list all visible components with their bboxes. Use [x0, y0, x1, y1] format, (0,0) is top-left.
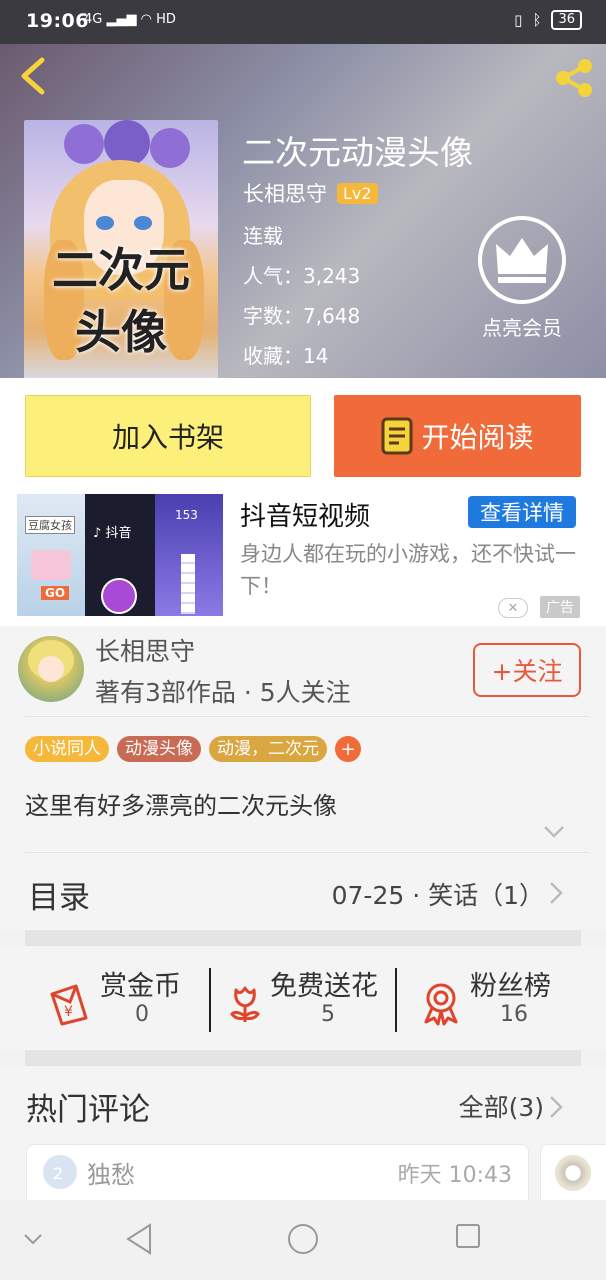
book-description: 这里有好多漂亮的二次元头像 — [25, 792, 337, 820]
latest-chapter: 07-25 · 笑话（1） — [331, 881, 544, 910]
ad-image[interactable]: 豆腐女孩 GO ♪ 抖音 153 — [17, 494, 223, 616]
divider — [395, 968, 397, 1032]
author-avatar[interactable] — [18, 636, 84, 702]
stat-label: 粉丝榜 — [470, 971, 551, 1002]
commenter-avatar[interactable] — [555, 1155, 591, 1191]
book-author[interactable]: 长相思守 Lv2 — [243, 178, 378, 208]
bluetooth-icon: ᛒ — [532, 11, 542, 29]
cover-title-line2: 头像 — [75, 305, 167, 359]
battery-icon: 36 — [551, 10, 582, 30]
chevron-right-icon — [550, 882, 563, 904]
ad-close-icon[interactable]: ✕ — [498, 598, 528, 618]
back-arrow-icon[interactable] — [16, 56, 50, 96]
ad-label: 广告 — [540, 596, 580, 618]
commenter-name[interactable]: 独愁 — [87, 1155, 135, 1190]
stat-label: 免费送花 — [270, 971, 378, 1002]
popularity: 人气：3,243 — [243, 264, 361, 288]
ad-banner[interactable]: 豆腐女孩 GO ♪ 抖音 153 抖音短视频 查看详情 身边人都在玩的小游戏，还… — [0, 492, 606, 626]
author-name[interactable]: 长相思守 — [95, 632, 195, 668]
medal-icon — [424, 983, 458, 1026]
clock: 19:06 — [26, 10, 89, 32]
hot-comments-title: 热门评论 — [26, 1092, 150, 1128]
author-name: 长相思守 — [243, 182, 327, 206]
follow-button[interactable]: +关注 — [473, 643, 581, 697]
stats-row: ¥ 赏金币 0 免费送花 5 粉丝榜 16 — [0, 946, 606, 1050]
section-separator — [25, 930, 581, 946]
flower-icon — [230, 986, 260, 1022]
start-reading-button[interactable]: 开始阅读 — [334, 395, 581, 477]
chevron-right-icon[interactable] — [548, 1094, 564, 1120]
collapse-icon[interactable] — [22, 1232, 44, 1246]
divider — [25, 852, 589, 853]
back-icon[interactable] — [124, 1222, 154, 1256]
tag[interactable]: 小说同人 — [25, 736, 109, 762]
comment-card[interactable]: 2 独愁 昨天 10:43 — [26, 1144, 529, 1204]
add-tag-button[interactable]: + — [335, 736, 361, 762]
divider — [25, 716, 589, 717]
book-header: 二次元 头像 二次元动漫头像 长相思守 Lv2 连载 人气：3,243 字数：7… — [0, 44, 606, 378]
comment-card[interactable] — [540, 1144, 606, 1204]
ad-description: 身边人都在玩的小游戏，还不快试一下！ — [240, 542, 576, 598]
start-reading-label: 开始阅读 — [421, 421, 534, 454]
status-icons: ▯ ᛒ 36 — [514, 10, 582, 30]
favorites: 收藏：14 — [243, 344, 329, 368]
all-comments-link[interactable]: 全部(3) — [459, 1088, 544, 1124]
tag[interactable]: 动漫头像 — [117, 736, 201, 762]
toc-title: 目录 — [28, 880, 90, 916]
crown-icon — [478, 216, 566, 304]
tag-list: 小说同人 动漫头像 动漫，二次元 + — [25, 736, 361, 762]
divider — [209, 968, 211, 1032]
chevron-down-icon[interactable] — [542, 824, 566, 840]
book-title: 二次元动漫头像 — [242, 133, 473, 172]
author-stats: 著有3部作品 · 5人关注 — [95, 678, 351, 707]
recents-icon[interactable] — [454, 1222, 482, 1250]
commenter-avatar[interactable]: 2 — [43, 1155, 77, 1189]
stat-value: 16 — [500, 1002, 528, 1027]
svg-text:¥: ¥ — [64, 1004, 73, 1020]
ad-details-button[interactable]: 查看详情 — [468, 496, 576, 528]
system-nav-bar — [0, 1200, 606, 1280]
vip-label: 点亮会员 — [482, 316, 562, 340]
action-bar: 加入书架 开始阅读 — [0, 378, 606, 492]
red-envelope-icon: ¥ — [50, 984, 88, 1026]
section-separator — [25, 1050, 581, 1066]
author-section: 长相思守 著有3部作品 · 5人关注 +关注 小说同人 动漫头像 动漫，二次元 … — [0, 626, 606, 876]
svg-text:2: 2 — [53, 1164, 63, 1183]
signal-icon: 4G ▂▄▆ ◠ HD — [84, 12, 176, 27]
ad-title: 抖音短视频 — [240, 502, 371, 532]
share-icon[interactable] — [552, 56, 596, 100]
vip-button[interactable]: 点亮会员 — [474, 214, 570, 341]
vibrate-icon: ▯ — [514, 11, 523, 29]
tag[interactable]: 动漫，二次元 — [209, 736, 327, 762]
cover-title-line1: 二次元 — [52, 243, 190, 297]
stat-value: 0 — [135, 1002, 149, 1027]
book-icon — [381, 417, 413, 455]
stat-label: 赏金币 — [100, 971, 181, 1002]
status-bar: 19:06 4G ▂▄▆ ◠ HD ▯ ᛒ 36 — [0, 0, 606, 44]
comment-time: 昨天 10:43 — [397, 1163, 512, 1188]
table-of-contents-row[interactable]: 目录 07-25 · 笑话（1） — [0, 854, 606, 930]
word-count: 字数：7,648 — [243, 304, 361, 328]
book-status: 连载 — [243, 224, 283, 248]
book-cover[interactable]: 二次元 头像 — [24, 120, 218, 378]
home-icon[interactable] — [286, 1222, 320, 1256]
stat-value: 5 — [321, 1002, 335, 1027]
hot-comments-section: 热门评论 全部(3) 2 独愁 昨天 10:43 — [0, 1066, 606, 1204]
level-badge: Lv2 — [337, 182, 378, 204]
add-to-shelf-button[interactable]: 加入书架 — [25, 395, 311, 477]
